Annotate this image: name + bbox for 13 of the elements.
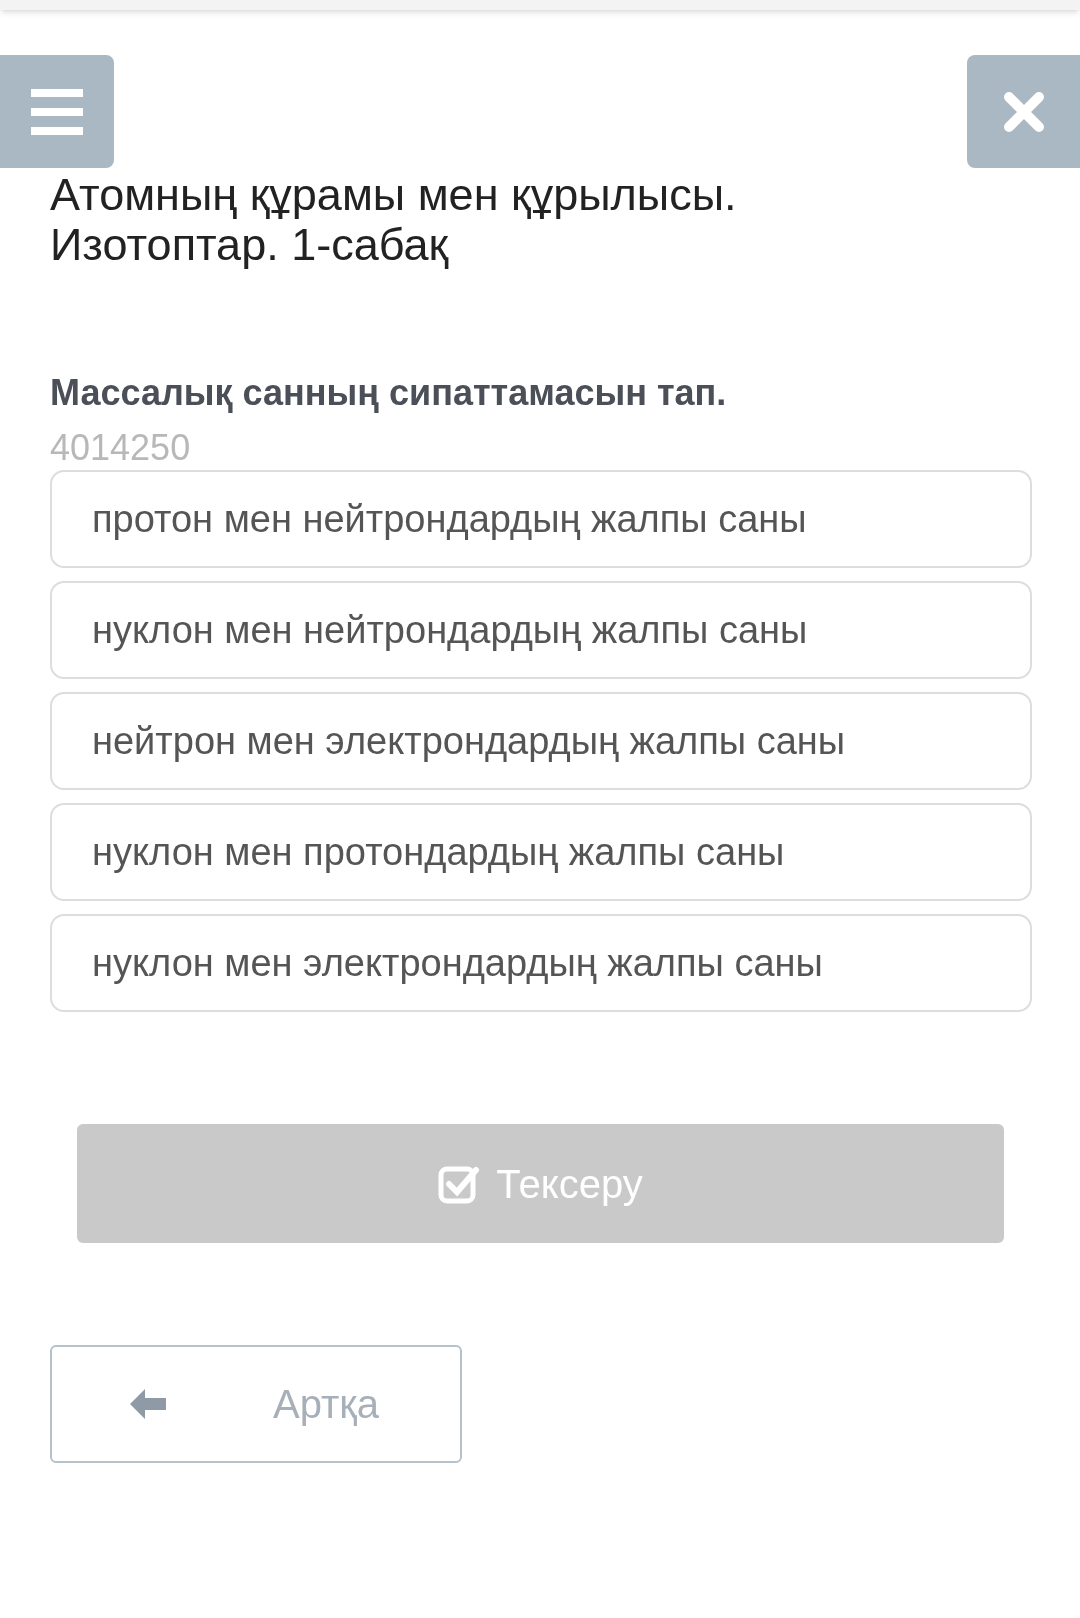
- question-id: 4014250: [50, 428, 192, 468]
- menu-icon: [31, 88, 83, 135]
- page-title: Атомның құрамы мен құрылысы. Изотоптар. 1-сабақ: [50, 170, 738, 270]
- question-text: Массалық санның сипаттамасын тап.: [50, 371, 728, 415]
- close-button[interactable]: [967, 55, 1080, 168]
- answer-option[interactable]: нейтрон мен электрондардың жалпы саны: [50, 692, 1032, 790]
- answer-option[interactable]: нуклон мен электрондардың жалпы саны: [50, 914, 1032, 1012]
- close-icon: [1002, 90, 1045, 133]
- answer-option[interactable]: протон мен нейтрондардың жалпы саны: [50, 470, 1032, 568]
- menu-button[interactable]: [0, 55, 114, 168]
- answer-option[interactable]: нуклон мен протондардың жалпы саны: [50, 803, 1032, 901]
- arrow-left-icon: [128, 1387, 168, 1421]
- answer-option[interactable]: нуклон мен нейтрондардың жалпы саны: [50, 581, 1032, 679]
